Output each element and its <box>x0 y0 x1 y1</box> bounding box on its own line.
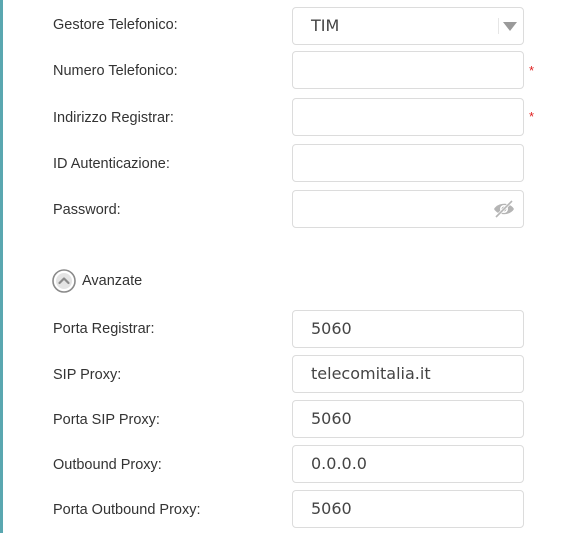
registrar-address-input[interactable] <box>292 98 524 136</box>
outbound-proxy-input[interactable]: 0.0.0.0 <box>292 445 524 483</box>
auth-id-input[interactable] <box>292 144 524 182</box>
panel-left-border <box>0 0 3 533</box>
outbound-proxy-label: Outbound Proxy: <box>53 457 162 473</box>
registrar-port-label: Porta Registrar: <box>53 321 155 337</box>
phone-number-input[interactable] <box>292 51 524 89</box>
required-marker: * <box>529 109 535 124</box>
advanced-toggle-label[interactable]: Avanzate <box>82 272 142 290</box>
chevron-up-circle-icon[interactable] <box>52 269 76 293</box>
sip-proxy-input[interactable]: telecomitalia.it <box>292 355 524 393</box>
password-input[interactable] <box>292 190 524 228</box>
dropdown-arrow-icon[interactable] <box>503 22 517 31</box>
sip-proxy-port-input[interactable]: 5060 <box>292 400 524 438</box>
eye-slash-icon[interactable] <box>493 200 515 218</box>
outbound-proxy-port-label: Porta Outbound Proxy: <box>53 502 201 518</box>
sip-proxy-port-label: Porta SIP Proxy: <box>53 412 160 428</box>
required-marker: * <box>529 63 535 78</box>
auth-id-label: ID Autenticazione: <box>53 156 170 172</box>
registrar-port-input[interactable]: 5060 <box>292 310 524 348</box>
registrar-address-label: Indirizzo Registrar: <box>53 110 174 126</box>
password-label: Password: <box>53 202 121 218</box>
sip-proxy-label: SIP Proxy: <box>53 367 122 383</box>
carrier-label: Gestore Telefonico: <box>53 17 178 33</box>
outbound-proxy-port-input[interactable]: 5060 <box>292 490 524 528</box>
carrier-select[interactable]: TIM <box>292 7 524 45</box>
select-separator <box>498 18 499 34</box>
phone-number-label: Numero Telefonico: <box>53 63 178 79</box>
carrier-select-value: TIM <box>311 16 340 35</box>
